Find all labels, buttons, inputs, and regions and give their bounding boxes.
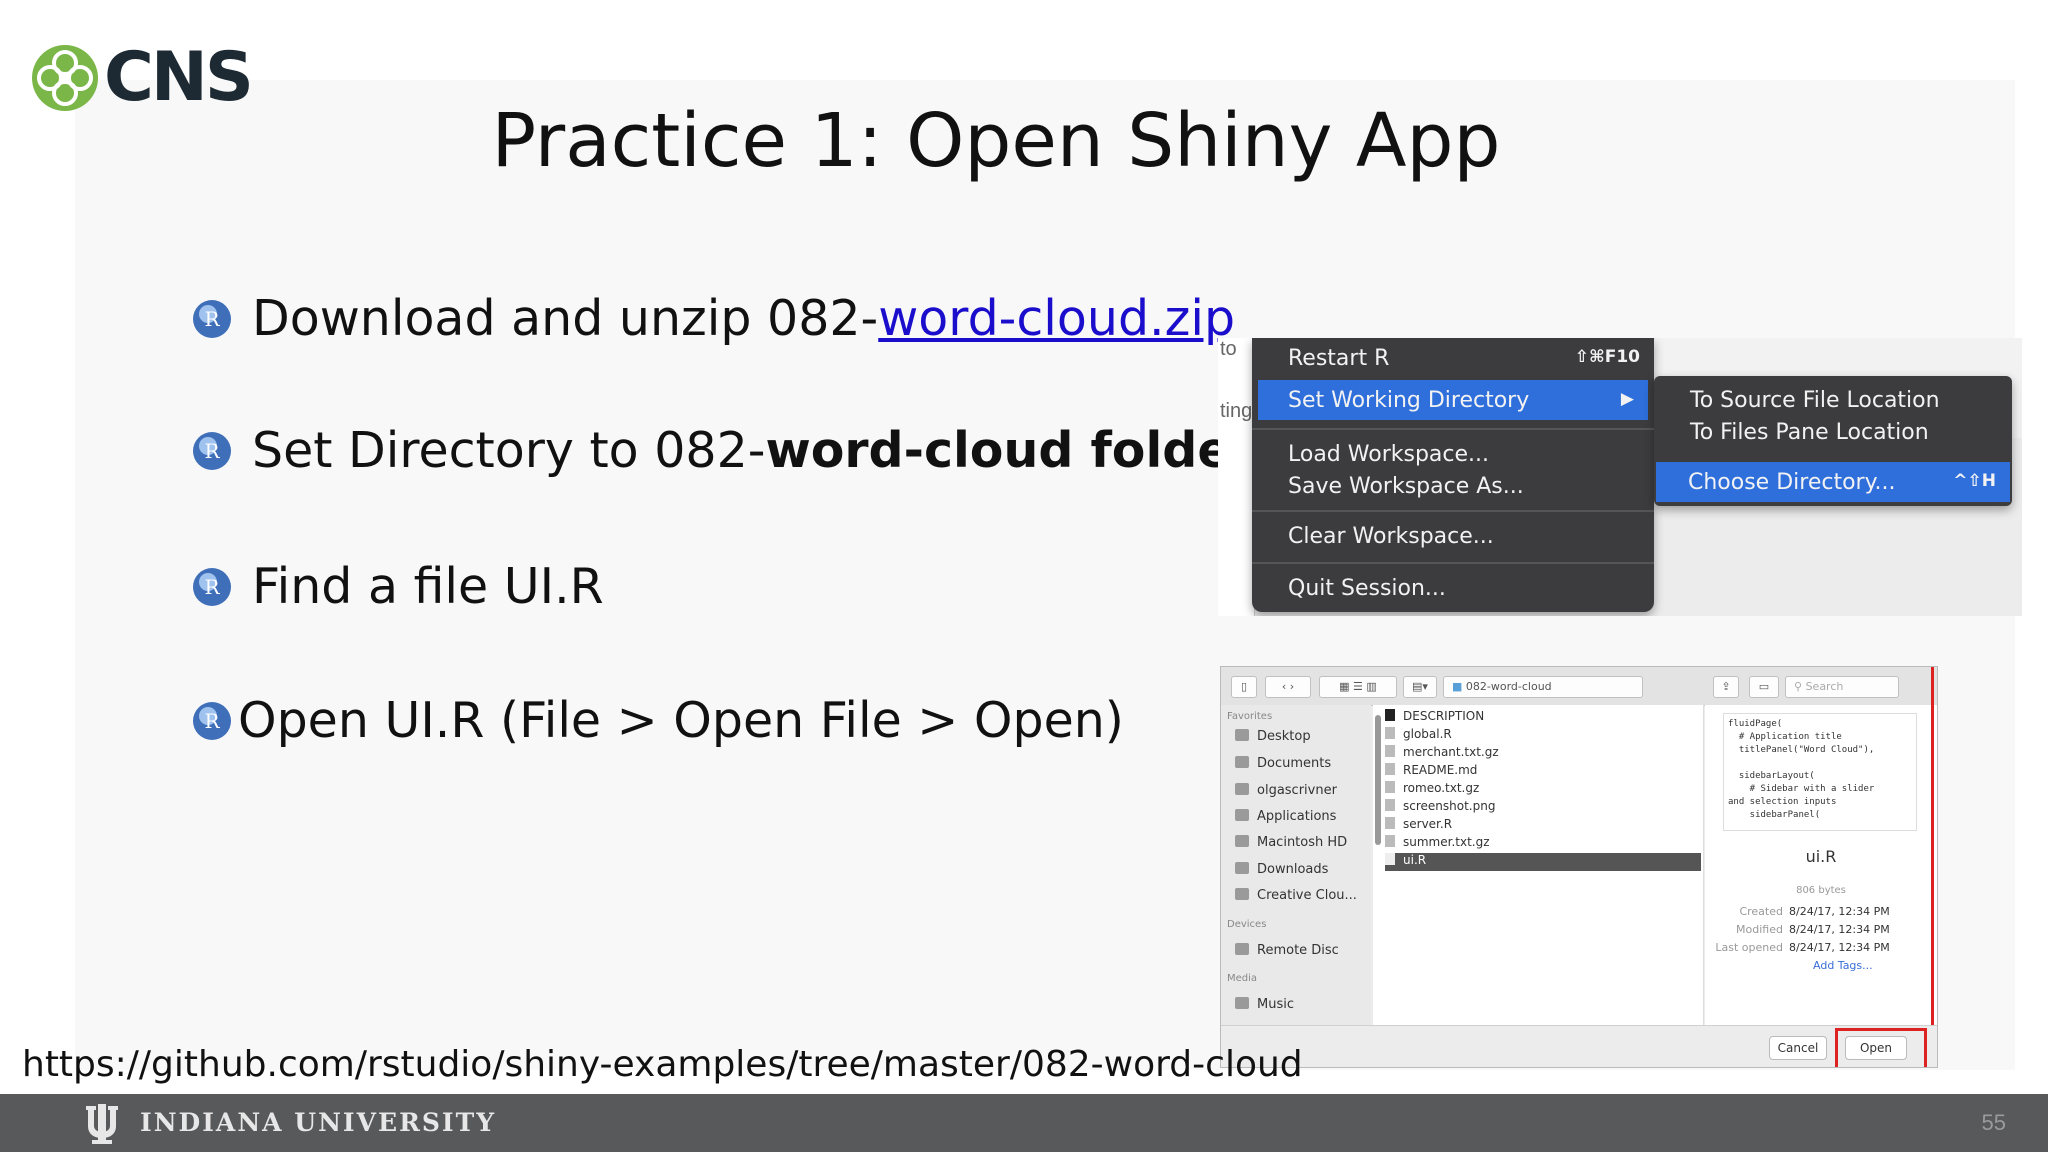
sidebar-item-downloads[interactable]: Downloads: [1235, 862, 1328, 877]
folder-popup[interactable]: ■ 082-word-cloud: [1443, 676, 1643, 698]
preview-filesize: 806 bytes: [1796, 885, 1846, 896]
submenu-arrow-icon: ▶: [1620, 389, 1634, 409]
file-item[interactable]: DESCRIPTION: [1385, 709, 1701, 727]
file-item[interactable]: romeo.txt.gz: [1385, 781, 1701, 799]
dialog-sidebar: Favorites Desktop Documents olgascrivner…: [1221, 705, 1371, 1025]
cancel-button[interactable]: Cancel: [1769, 1036, 1827, 1060]
desktop-icon: [1235, 729, 1249, 741]
dialog-toolbar: ▯ ‹ › ▦ ☰ ▥ ▤▾ ■ 082-word-cloud ⇪ ▭ ⚲ Se…: [1221, 667, 1937, 706]
bullet-set-directory: R Set Directory to 082-word-cloud folder: [192, 422, 1255, 479]
source-url: https://github.com/rstudio/shiny-example…: [22, 1044, 1303, 1085]
r-logo-icon: R: [193, 299, 231, 338]
file-item[interactable]: screenshot.png: [1385, 799, 1701, 817]
applications-icon: [1235, 809, 1249, 821]
editor-edge: to ting: [1218, 338, 1255, 616]
file-item[interactable]: README.md: [1385, 763, 1701, 781]
sidebar-item-documents[interactable]: Documents: [1235, 756, 1331, 771]
back-forward-buttons[interactable]: ‹ ›: [1265, 676, 1311, 698]
sidebar-item-music[interactable]: Music: [1235, 997, 1294, 1012]
tag-button[interactable]: ▭: [1749, 676, 1779, 698]
creative-cloud-icon: [1235, 888, 1249, 900]
music-icon: [1235, 997, 1249, 1009]
sidebar-item-applications[interactable]: Applications: [1235, 809, 1336, 824]
open-button-highlight: [1835, 1028, 1927, 1067]
downloads-icon: [1235, 862, 1249, 874]
bullet-download: R Download and unzip 082-word-cloud.zip: [192, 290, 1235, 347]
file-icon: [1385, 727, 1395, 739]
page-number: 55: [1981, 1110, 2006, 1135]
bullet-find-file: R Find a file UI.R: [192, 558, 604, 615]
menu-item-restart-r[interactable]: Restart R ⇧⌘F10: [1252, 338, 1654, 378]
file-list: DESCRIPTION global.R merchant.txt.gz REA…: [1373, 705, 1704, 1025]
menu-item-choose-directory[interactable]: Choose Directory... ^⇧H: [1656, 462, 2010, 502]
session-menu-screenshot: to ting Restart R ⇧⌘F10 Set Working Dire…: [1218, 338, 2022, 616]
sidebar-toggle-button[interactable]: ▯: [1231, 676, 1257, 698]
arrange-button[interactable]: ▤▾: [1403, 676, 1437, 698]
share-button[interactable]: ⇪: [1713, 676, 1739, 698]
add-tags-link[interactable]: Add Tags...: [1813, 959, 1873, 972]
file-icon: [1385, 781, 1395, 793]
svg-text:R: R: [204, 307, 220, 331]
sidebar-item-macintosh-hd[interactable]: Macintosh HD: [1235, 835, 1347, 850]
dialog-button-bar: Cancel Open: [1221, 1025, 1937, 1067]
meta-created: Created 8/24/17, 12:34 PM: [1739, 905, 1890, 918]
file-dialog-screenshot: ▯ ‹ › ▦ ☰ ▥ ▤▾ ■ 082-word-cloud ⇪ ▭ ⚲ Se…: [1220, 666, 1938, 1068]
sidebar-item-remote-disc[interactable]: Remote Disc: [1235, 943, 1339, 958]
file-icon: [1385, 763, 1395, 775]
r-logo-icon: R: [193, 567, 231, 606]
session-menu: Restart R ⇧⌘F10 Set Working Directory ▶ …: [1252, 338, 1654, 612]
bullet-open-file: R Open UI.R (File > Open File > Open): [192, 692, 1124, 749]
search-input[interactable]: ⚲ Search: [1785, 676, 1899, 698]
file-icon: [1385, 817, 1395, 829]
menu-separator: [1252, 562, 1654, 564]
documents-icon: [1235, 756, 1249, 768]
menu-item-quit-session[interactable]: Quit Session...: [1252, 568, 1654, 608]
meta-last-opened: Last opened 8/24/17, 12:34 PM: [1715, 941, 1890, 954]
menu-item-set-working-directory[interactable]: Set Working Directory ▶: [1258, 380, 1648, 420]
footer-bar: INDIANA UNIVERSITY 55: [0, 1094, 2048, 1152]
menu-item-clear-workspace[interactable]: Clear Workspace...: [1252, 516, 1654, 556]
file-icon: [1385, 799, 1395, 811]
university-name: INDIANA UNIVERSITY: [140, 1108, 497, 1137]
file-icon: [1385, 709, 1395, 721]
meta-modified: Modified 8/24/17, 12:34 PM: [1736, 923, 1890, 936]
preview-filename: ui.R: [1805, 847, 1837, 866]
iu-trident-icon: [86, 1104, 118, 1144]
file-item-selected[interactable]: ui.R: [1385, 853, 1701, 871]
word-cloud-zip-link[interactable]: word-cloud.zip: [878, 290, 1235, 347]
file-item[interactable]: summer.txt.gz: [1385, 835, 1701, 853]
file-icon: [1385, 835, 1395, 847]
file-icon: [1385, 745, 1395, 757]
code-preview: fluidPage( # Application title titlePane…: [1723, 713, 1917, 831]
working-directory-submenu: To Source File Location To Files Pane Lo…: [1654, 376, 2012, 506]
file-preview: fluidPage( # Application title titlePane…: [1705, 705, 1937, 1025]
dialog-edge-highlight: [1931, 667, 1934, 1025]
menu-separator: [1252, 510, 1654, 512]
file-list-scrollbar[interactable]: [1375, 715, 1381, 845]
slide-title: Practice 1: Open Shiny App: [491, 98, 1501, 184]
file-item[interactable]: global.R: [1385, 727, 1701, 745]
view-mode-buttons[interactable]: ▦ ☰ ▥: [1319, 676, 1397, 698]
file-item[interactable]: merchant.txt.gz: [1385, 745, 1701, 763]
r-logo-icon: R: [193, 431, 231, 470]
sidebar-item-creative-cloud[interactable]: Creative Clou...: [1235, 888, 1357, 903]
search-icon: ⚲: [1794, 680, 1803, 693]
r-logo-icon: R: [193, 701, 231, 740]
menu-item-save-workspace-as[interactable]: Save Workspace As...: [1252, 466, 1654, 506]
file-item[interactable]: server.R: [1385, 817, 1701, 835]
menu-separator: [1252, 428, 1654, 430]
sidebar-item-desktop[interactable]: Desktop: [1235, 729, 1311, 744]
disk-icon: [1235, 835, 1249, 847]
disc-icon: [1235, 943, 1249, 955]
svg-text:R: R: [204, 575, 220, 599]
home-icon: [1235, 783, 1249, 795]
sidebar-item-home[interactable]: olgascrivner: [1235, 783, 1337, 798]
svg-text:R: R: [204, 439, 220, 463]
folder-icon: ■: [1452, 680, 1463, 693]
svg-text:R: R: [204, 709, 220, 733]
menu-item-files-pane-location[interactable]: To Files Pane Location: [1654, 412, 2012, 452]
file-icon: [1385, 853, 1395, 865]
